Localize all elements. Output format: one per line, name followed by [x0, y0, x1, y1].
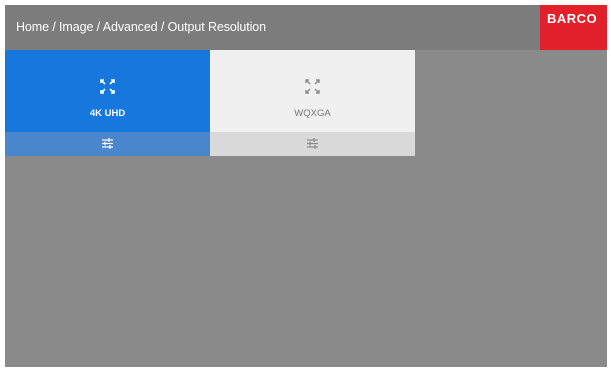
resolution-tiles: 4K UHD WQXGA [5, 50, 415, 156]
breadcrumb: Home / Image / Advanced / Output Resolut… [16, 20, 267, 34]
barco-logo: BARCO [540, 5, 607, 50]
tile-settings-button[interactable] [5, 132, 210, 156]
settings-sliders-icon [307, 138, 318, 149]
tile-label: 4K UHD [89, 108, 126, 119]
tile-settings-button[interactable] [210, 132, 415, 156]
logo-text: BARCO [547, 11, 598, 26]
tile-select-area[interactable]: 4K UHD [5, 50, 210, 132]
header-bar: Home / Image / Advanced / Output Resolut… [5, 5, 607, 50]
settings-sliders-icon [102, 138, 113, 149]
tile-select-area[interactable]: WQXGA [210, 50, 415, 132]
expand-icon [100, 79, 115, 94]
tile-label: WQXGA [294, 108, 331, 119]
tile-4k-uhd[interactable]: 4K UHD [5, 50, 210, 156]
projector-menu-screen: Home / Image / Advanced / Output Resolut… [5, 5, 607, 367]
expand-icon [305, 79, 320, 94]
tile-wqxga[interactable]: WQXGA [210, 50, 415, 156]
